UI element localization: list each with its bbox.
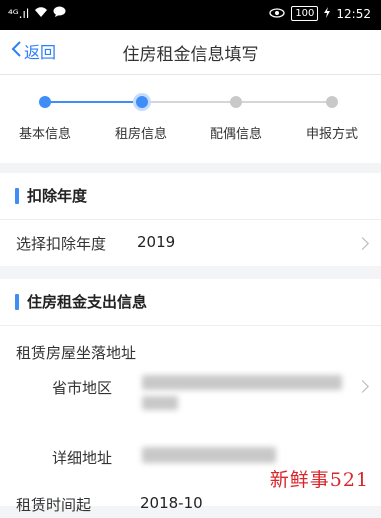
section-rent-expense: 住房租金支出信息 bbox=[0, 279, 381, 326]
section-deduction-year: 扣除年度 bbox=[0, 173, 381, 220]
wifi-icon bbox=[34, 6, 48, 21]
message-icon bbox=[53, 6, 66, 21]
battery-indicator: 100 bbox=[291, 6, 319, 21]
chevron-right-icon bbox=[356, 237, 369, 250]
nav-bar: 返回 住房租金信息填写 bbox=[0, 30, 381, 75]
step-label-rent-info: 租房信息 bbox=[114, 127, 167, 142]
section-accent-bar bbox=[15, 294, 19, 310]
field-label: 选择扣除年度 bbox=[16, 235, 107, 253]
step-dot-rent-info bbox=[133, 93, 151, 111]
redacted-region-value-line2 bbox=[142, 396, 178, 410]
section-accent-bar bbox=[15, 188, 19, 204]
section-title: 住房租金支出信息 bbox=[27, 293, 148, 311]
redacted-region-value bbox=[142, 375, 342, 390]
section-title: 扣除年度 bbox=[27, 187, 88, 205]
watermark: 新鲜事521 bbox=[269, 469, 369, 491]
step-dot-basic-info bbox=[39, 96, 51, 108]
rent-address-label: 租赁房屋坐落地址 bbox=[16, 344, 137, 362]
lease-start-select[interactable]: 租赁时间起 2018-10 bbox=[0, 488, 381, 518]
deduction-year-value: 2019 bbox=[137, 233, 176, 251]
step-dot-declare-method bbox=[326, 96, 338, 108]
region-label: 省市地区 bbox=[52, 379, 113, 397]
step-label-spouse-info: 配偶信息 bbox=[209, 127, 262, 142]
redacted-detail-address bbox=[142, 447, 276, 463]
step-dot-spouse-info bbox=[230, 96, 242, 108]
charging-icon bbox=[324, 6, 331, 21]
eye-icon bbox=[269, 7, 285, 21]
clock-time: 12:52 bbox=[336, 6, 371, 21]
step-label-declare-method: 申报方式 bbox=[305, 127, 358, 142]
signal-icon: ⁴ᴳ.ıl bbox=[8, 6, 30, 21]
detail-address-label: 详细地址 bbox=[52, 449, 113, 467]
chevron-right-icon bbox=[356, 380, 369, 393]
stepper-line-completed bbox=[45, 101, 142, 103]
status-bar: ⁴ᴳ.ıl 100 12:52 bbox=[0, 0, 381, 30]
step-label-basic-info: 基本信息 bbox=[18, 127, 71, 142]
lease-start-value: 2018-10 bbox=[140, 494, 203, 512]
progress-stepper: 基本信息 租房信息 配偶信息 申报方式 bbox=[0, 75, 381, 163]
lease-start-label: 租赁时间起 bbox=[16, 496, 92, 514]
deduction-year-select[interactable]: 选择扣除年度 2019 bbox=[0, 220, 381, 266]
page-title: 住房租金信息填写 bbox=[122, 45, 259, 65]
region-select[interactable]: 省市地区 bbox=[0, 371, 381, 421]
